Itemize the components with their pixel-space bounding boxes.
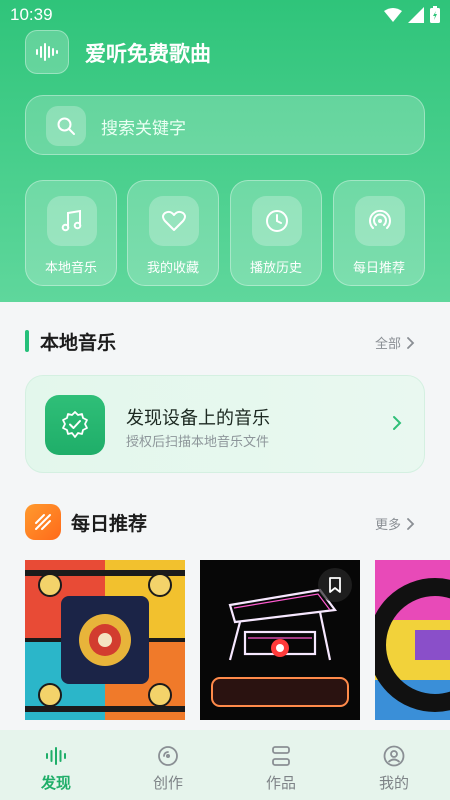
nav-label: 发现: [40, 774, 71, 792]
discover-title: 发现设备上的音乐: [126, 408, 270, 429]
nav-tab-create[interactable]: 创作: [112, 730, 224, 800]
nav-tab-mine[interactable]: 我的: [338, 730, 450, 800]
nav-label: 我的: [378, 774, 409, 792]
recommendation-cover[interactable]: [25, 560, 185, 720]
heart-icon: [162, 210, 186, 231]
more-label: 全部: [374, 337, 401, 352]
quick-action-label: 本地音乐: [44, 261, 97, 276]
chevron-right-icon: [407, 336, 415, 349]
quick-icon-container: [47, 196, 97, 246]
bookmark-icon: [329, 577, 341, 593]
nav-label: 创作: [152, 774, 183, 792]
search-placeholder: 搜索关键字: [101, 119, 186, 139]
quick-action-label: 每日推荐: [352, 261, 405, 276]
app-logo: [25, 30, 69, 74]
status-time: 10:39: [10, 5, 53, 24]
radio-icon: [369, 209, 391, 229]
verified-badge-icon: [62, 411, 88, 438]
status-bar: 10:39: [0, 0, 450, 30]
status-icons: [384, 6, 440, 23]
quick-icon-container: [149, 196, 199, 246]
quick-action-daily[interactable]: 每日推荐: [333, 180, 425, 286]
recommendation-cover[interactable]: [200, 560, 360, 720]
quick-action-label: 我的收藏: [146, 261, 199, 276]
discover-icon-container: [45, 395, 105, 455]
section-accent-bar: [25, 330, 29, 352]
quick-action-favorites[interactable]: 我的收藏: [127, 180, 219, 286]
person-icon: [383, 745, 405, 767]
more-label: 更多: [374, 518, 401, 533]
quick-action-history[interactable]: 播放历史: [230, 180, 322, 286]
search-icon: [57, 117, 75, 135]
sparkle-icon: [35, 514, 51, 530]
local-music-all-link[interactable]: 全部: [375, 333, 415, 352]
local-music-section-header: 本地音乐 全部: [25, 326, 425, 356]
wifi-icon: [384, 7, 402, 22]
section-title: 本地音乐: [40, 332, 117, 354]
nav-tab-works[interactable]: 作品: [225, 730, 337, 800]
quick-action-label: 播放历史: [249, 261, 302, 276]
discover-local-music-card[interactable]: 发现设备上的音乐 授权后扫描本地音乐文件: [25, 375, 425, 473]
battery-icon: [430, 6, 440, 23]
nav-label: 作品: [265, 774, 296, 792]
search-icon-container: [46, 106, 86, 146]
music-note-icon: [61, 209, 82, 232]
disc-icon: [158, 746, 178, 766]
discover-subtitle: 授权后扫描本地音乐文件: [126, 435, 270, 450]
list-icon: [272, 746, 290, 766]
cover-art-image: [375, 560, 450, 720]
section-title: 每日推荐: [71, 513, 148, 535]
waveform-icon: [46, 747, 66, 765]
daily-section-header: 每日推荐 更多: [25, 504, 425, 540]
app-title: 爱听免费歌曲: [85, 42, 211, 66]
bottom-nav: 发现 创作 作品 我的: [0, 730, 450, 800]
signal-icon: [408, 6, 424, 23]
quick-icon-container: [252, 196, 302, 246]
quick-actions: 本地音乐 我的收藏 播放历史 每日推荐: [25, 180, 425, 286]
clock-icon: [266, 210, 288, 232]
search-input[interactable]: 搜索关键字: [25, 95, 425, 155]
waveform-icon: [36, 43, 58, 61]
chevron-right-icon: [393, 416, 402, 430]
quick-icon-container: [355, 196, 405, 246]
daily-badge: [25, 504, 61, 540]
recommendation-cover[interactable]: [375, 560, 450, 720]
nav-tab-discover[interactable]: 发现: [0, 730, 112, 800]
daily-more-link[interactable]: 更多: [375, 514, 415, 533]
cover-art-image: [25, 560, 185, 720]
chevron-right-icon: [407, 517, 415, 530]
quick-action-local-music[interactable]: 本地音乐: [25, 180, 117, 286]
bookmark-button[interactable]: [318, 568, 352, 602]
